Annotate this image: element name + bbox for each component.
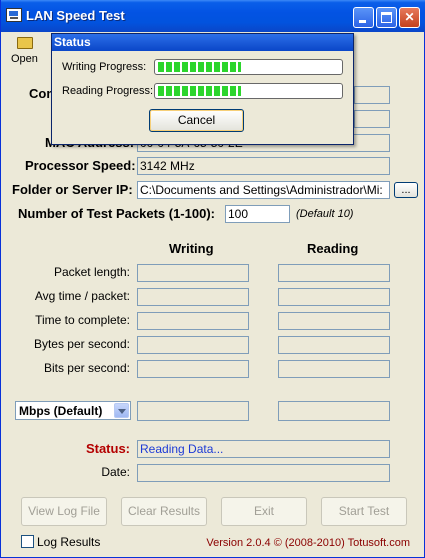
packets-input[interactable]: 100 <box>225 205 290 223</box>
writing-progress-bar <box>154 59 343 75</box>
close-icon: ✕ <box>404 10 415 24</box>
reading-progress-bar <box>154 83 343 99</box>
open-button[interactable]: Open <box>9 35 41 69</box>
app-icon <box>6 8 22 22</box>
status-label: Status: <box>85 441 130 456</box>
date-field <box>137 464 390 482</box>
cancel-button[interactable]: Cancel <box>149 109 244 132</box>
maximize-button[interactable] <box>376 7 397 28</box>
packets-default-note: (Default 10) <box>296 208 354 220</box>
reading-bytes-per-second-field <box>278 336 390 354</box>
reading-header: Reading <box>307 241 359 256</box>
view-log-button[interactable]: View Log File <box>21 497 107 526</box>
ip-address-field <box>354 110 390 128</box>
status-dialog-title[interactable]: Status <box>52 34 353 51</box>
reading-progress-label: Reading Progress: <box>62 85 154 97</box>
folder-open-icon <box>17 37 33 49</box>
processor-speed-field: 3142 MHz <box>137 157 390 175</box>
start-test-button[interactable]: Start Test <box>321 497 407 526</box>
writing-progress-fill <box>158 62 242 72</box>
reading-converted-field <box>278 401 390 421</box>
minimize-icon <box>359 20 366 23</box>
avg-time-label: Avg time / packet: <box>34 289 130 303</box>
clear-results-button[interactable]: Clear Results <box>121 497 207 526</box>
open-label: Open <box>11 53 38 65</box>
exit-button[interactable]: Exit <box>221 497 307 526</box>
title-bar[interactable]: LAN Speed Test ✕ <box>1 0 425 32</box>
writing-converted-field <box>137 401 249 421</box>
version-text: Version 2.0.4 © (2008-2010) Totusoft.com <box>206 537 410 549</box>
writing-time-to-complete-field <box>137 312 249 330</box>
folder-label: Folder or Server IP: <box>12 182 133 197</box>
minimize-button[interactable] <box>353 7 374 28</box>
reading-progress-fill <box>158 86 242 96</box>
close-button[interactable]: ✕ <box>399 7 420 28</box>
log-results-checkbox[interactable] <box>21 535 34 548</box>
browse-button[interactable]: ... <box>394 182 418 198</box>
unit-select[interactable]: Mbps (Default) <box>15 401 131 420</box>
bytes-per-second-label: Bytes per second: <box>33 337 130 351</box>
reading-time-to-complete-field <box>278 312 390 330</box>
writing-bits-per-second-field <box>137 360 249 378</box>
time-to-complete-label: Time to complete: <box>35 313 130 327</box>
reading-bits-per-second-field <box>278 360 390 378</box>
window-title: LAN Speed Test <box>26 8 125 23</box>
reading-avg-time-field <box>278 288 390 306</box>
reading-packet-length-field <box>278 264 390 282</box>
computer-name-field <box>354 86 390 104</box>
packet-length-label: Packet length: <box>53 265 130 279</box>
status-dialog: Status Writing Progress: Reading Progres… <box>51 33 354 145</box>
writing-progress-label: Writing Progress: <box>62 61 147 73</box>
processor-speed-label: Processor Speed: <box>25 158 136 173</box>
bits-per-second-label: Bits per second: <box>43 361 130 375</box>
writing-packet-length-field <box>137 264 249 282</box>
main-window: LAN Speed Test ✕ Open Com MAC Address: 0… <box>0 0 425 558</box>
packets-label: Number of Test Packets (1-100): <box>18 206 215 221</box>
chevron-down-icon[interactable] <box>114 403 129 418</box>
writing-bytes-per-second-field <box>137 336 249 354</box>
unit-select-value: Mbps (Default) <box>19 404 103 418</box>
maximize-icon <box>381 12 392 23</box>
status-field: Reading Data... <box>137 440 390 458</box>
writing-avg-time-field <box>137 288 249 306</box>
writing-header: Writing <box>169 241 214 256</box>
folder-input[interactable]: C:\Documents and Settings\Administrador\… <box>137 181 390 199</box>
log-results-label: Log Results <box>37 535 101 549</box>
date-label: Date: <box>101 465 130 479</box>
